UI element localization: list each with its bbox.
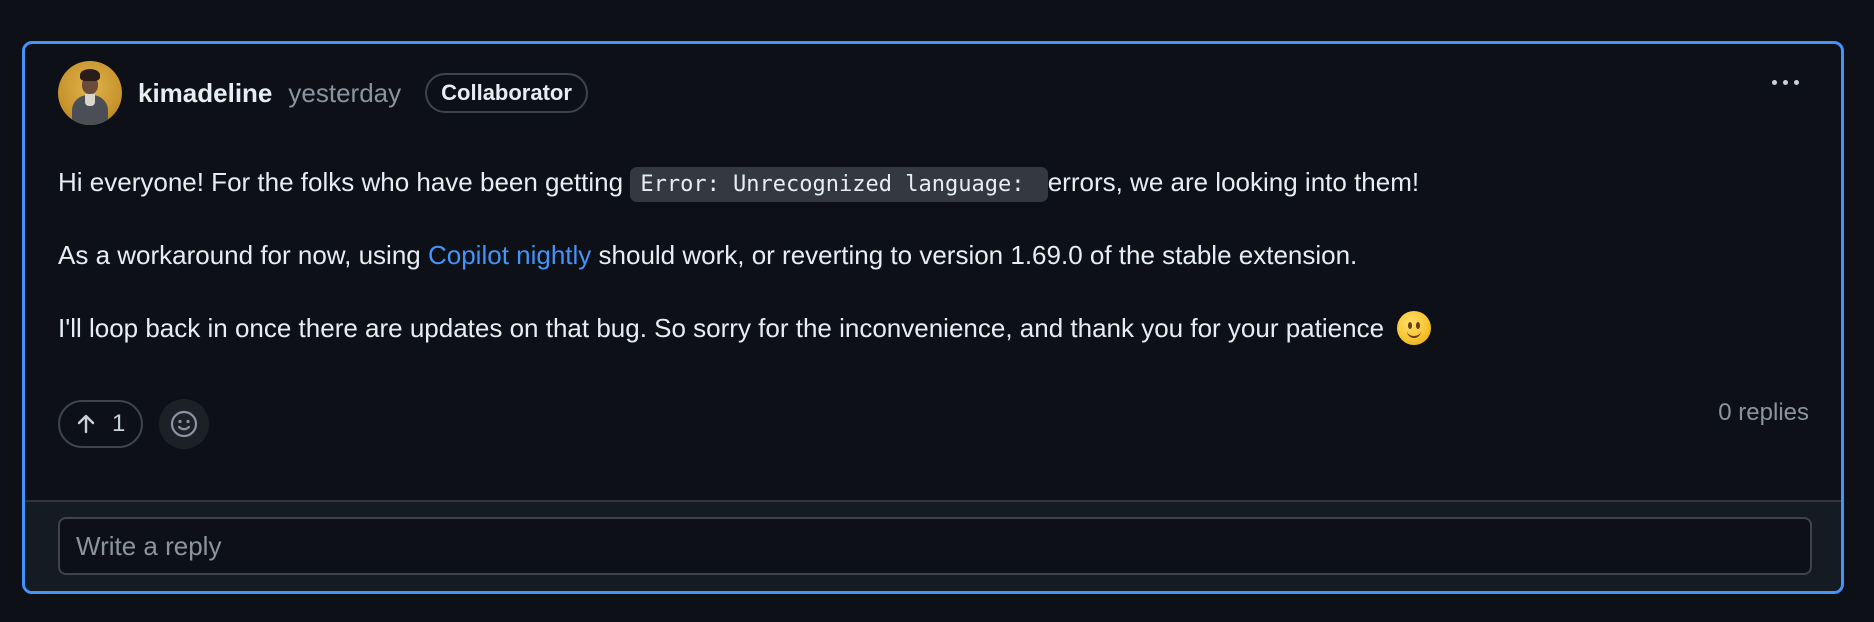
- paragraph-2-text-before: As a workaround for now, using: [58, 240, 428, 270]
- avatar[interactable]: [58, 61, 122, 125]
- paragraph-2-text-after: should work, or reverting to version 1.6…: [591, 240, 1358, 270]
- author-name[interactable]: kimadeline: [138, 78, 272, 109]
- upvote-button[interactable]: 1: [58, 400, 144, 448]
- more-options-button[interactable]: [1759, 64, 1811, 100]
- reply-area: [25, 500, 1841, 591]
- paragraph-3-text: I'll loop back in once there are updates…: [58, 313, 1385, 343]
- add-reaction-button[interactable]: [159, 399, 210, 449]
- discussion-comment: kimadeline yesterday Collaborator Hi eve…: [22, 41, 1844, 594]
- upvote-count: 1: [112, 410, 126, 437]
- comment-header: kimadeline yesterday Collaborator: [58, 61, 588, 125]
- kebab-horizontal-icon: [1771, 79, 1799, 85]
- paragraph-1-text-after: errors, we are looking into them!: [1047, 167, 1420, 197]
- avatar-figure-collar: [85, 94, 95, 106]
- copilot-nightly-link[interactable]: Copilot nightly: [428, 240, 591, 270]
- paragraph-1-text-before: Hi everyone! For the folks who have been…: [58, 167, 631, 197]
- comment-paragraph-2: As a workaround for now, using Copilot n…: [58, 238, 1798, 272]
- collaborator-badge: Collaborator: [425, 73, 588, 113]
- comment-body: kimadeline yesterday Collaborator Hi eve…: [25, 44, 1841, 500]
- inline-code: Error: Unrecognized language:: [630, 167, 1048, 202]
- comment-paragraph-3: I'll loop back in once there are updates…: [58, 311, 1798, 345]
- comment-timestamp[interactable]: yesterday: [288, 78, 401, 109]
- arrow-up-icon: [77, 414, 95, 434]
- smiley-icon: [171, 410, 198, 438]
- comment-actions: 1: [58, 399, 210, 449]
- slightly-smiling-face-emoji: [1397, 311, 1432, 345]
- avatar-figure-hair: [80, 69, 100, 81]
- reply-input[interactable]: [58, 517, 1812, 575]
- comment-paragraph-1: Hi everyone! For the folks who have been…: [58, 165, 1798, 202]
- replies-count: 0 replies: [1718, 399, 1809, 426]
